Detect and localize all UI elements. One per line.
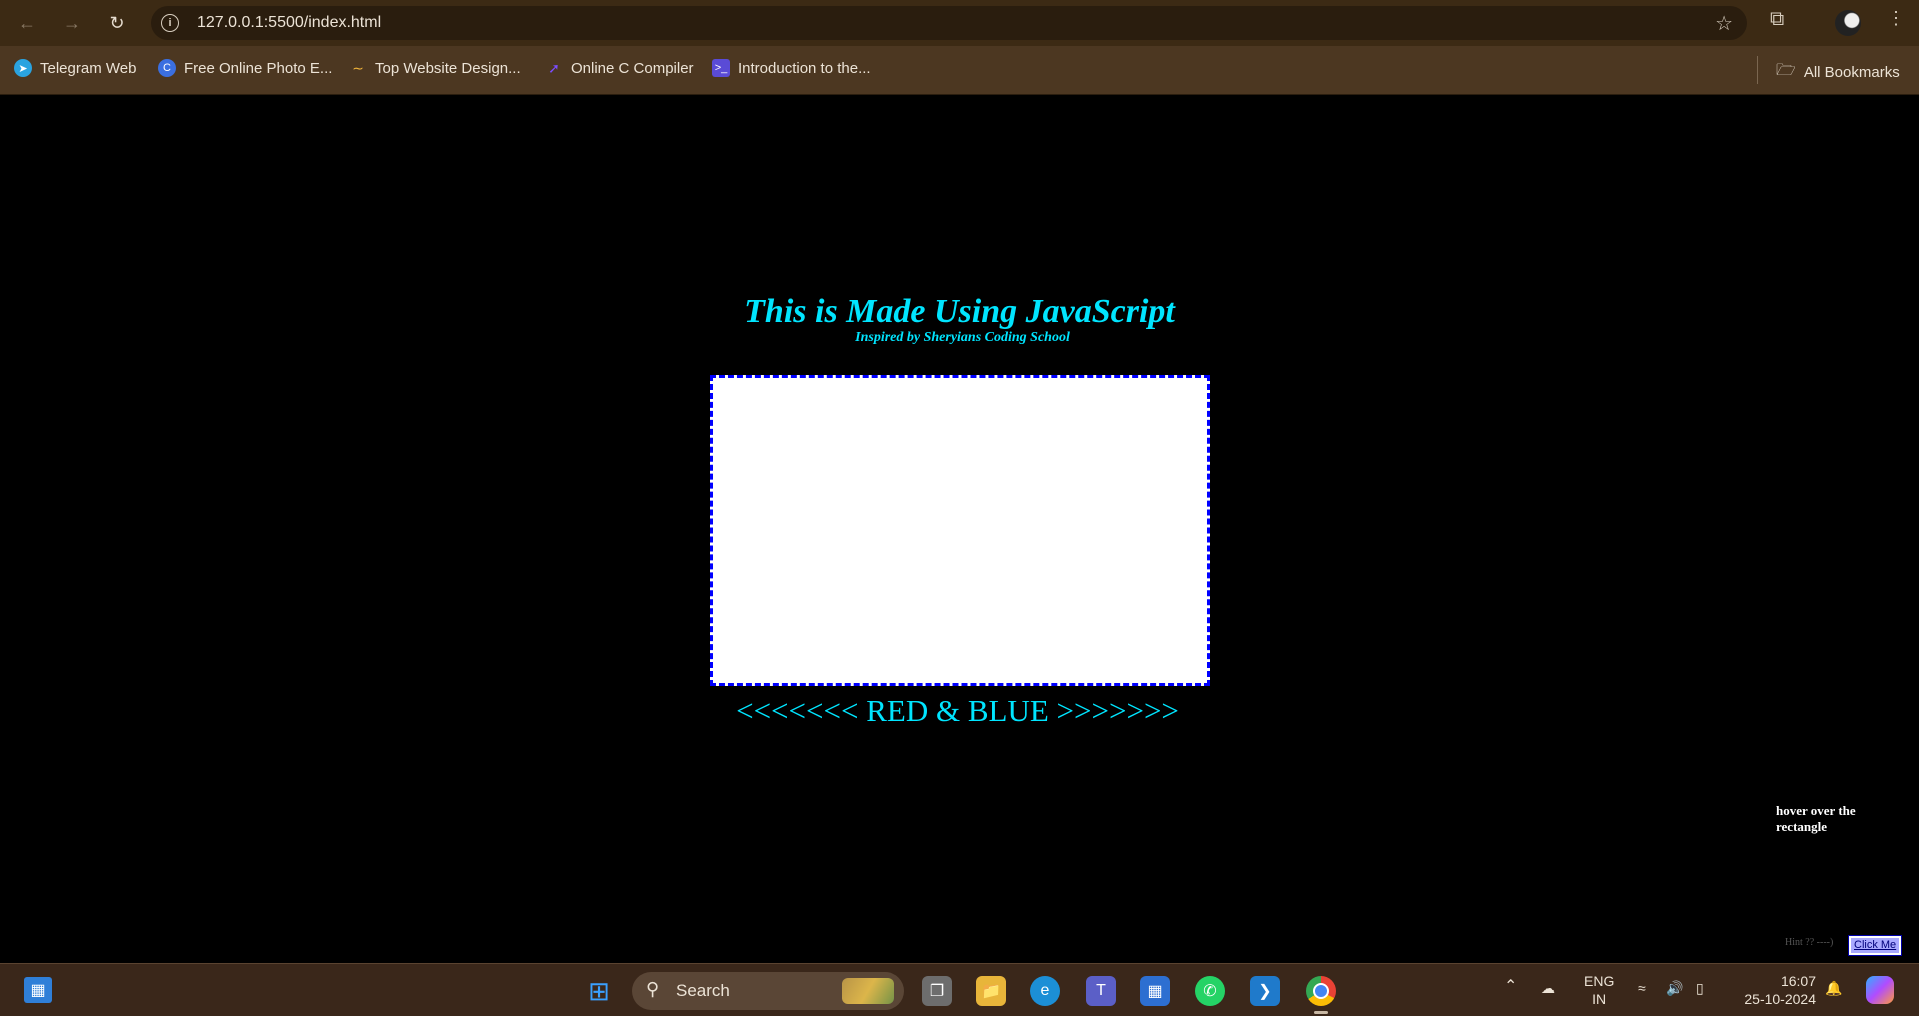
- reload-icon[interactable]: ↻: [102, 8, 132, 38]
- active-app-indicator: [1314, 1011, 1328, 1014]
- file-explorer-icon[interactable]: 📁: [976, 976, 1006, 1006]
- region-code: IN: [1592, 991, 1607, 1007]
- bookmark-photo-editor[interactable]: C Free Online Photo E...: [158, 59, 332, 77]
- red-blue-caption: <<<<<<< RED & BLUE >>>>>>>: [736, 693, 1179, 728]
- page-title: This is Made Using JavaScript: [744, 293, 1175, 330]
- forward-icon[interactable]: →: [57, 8, 87, 38]
- all-bookmarks[interactable]: 🗁 All Bookmarks: [1776, 59, 1900, 86]
- menu-kebab-icon[interactable]: ⋮: [1887, 8, 1905, 29]
- bookmark-label: Top Website Design...: [375, 59, 521, 77]
- language-code: ENG: [1584, 973, 1615, 989]
- bookmark-telegram-web[interactable]: ➤ Telegram Web: [14, 59, 136, 77]
- language-indicator[interactable]: ENG IN: [1584, 972, 1614, 1008]
- browser-toolbar: ← → ↻ i 127.0.0.1:5500/index.html ☆ ⧉ ⋮: [0, 0, 1919, 46]
- chrome-icon[interactable]: [1306, 976, 1336, 1006]
- os-taskbar: ▦ ⊞ ⚲ Search ❐ 📁 e T ▦ ✆ ❯ ⌃ ☁ ENG IN ≈ …: [0, 963, 1919, 1016]
- battery-icon[interactable]: ▯: [1696, 979, 1704, 997]
- tray-chevron-icon[interactable]: ⌃: [1504, 978, 1517, 996]
- folder-icon: 🗁: [1776, 62, 1796, 79]
- hover-instruction: hover over the rectangle: [1776, 803, 1856, 834]
- onedrive-icon[interactable]: ☁: [1541, 979, 1555, 997]
- bookmark-label: Free Online Photo E...: [184, 59, 333, 77]
- bookmark-website-design[interactable]: ∼ Top Website Design...: [349, 59, 521, 77]
- compiler-icon: ➚: [548, 59, 560, 76]
- vscode-icon[interactable]: ❯: [1250, 976, 1280, 1006]
- click-me-button[interactable]: Click Me: [1847, 935, 1903, 956]
- telegram-icon: ➤: [14, 59, 32, 77]
- extensions-icon[interactable]: ⧉: [1770, 8, 1784, 31]
- clock-date: 25-10-2024: [1744, 991, 1816, 1007]
- hover-rectangle[interactable]: [710, 375, 1210, 686]
- profile-avatar[interactable]: [1835, 10, 1861, 36]
- page-subtitle: Inspired by Sheryians Coding School: [855, 330, 1070, 345]
- bookmark-online-c-compiler[interactable]: ➚ Online C Compiler: [545, 59, 694, 77]
- edge-icon[interactable]: e: [1030, 976, 1060, 1006]
- site-info-icon[interactable]: i: [161, 14, 179, 32]
- taskbar-search[interactable]: ⚲ Search: [632, 972, 904, 1010]
- bookmark-label: Telegram Web: [40, 59, 137, 77]
- bookmark-label: Introduction to the...: [738, 59, 871, 77]
- url-text[interactable]: 127.0.0.1:5500/index.html: [197, 14, 381, 32]
- bookmark-introduction[interactable]: >_ Introduction to the...: [712, 59, 871, 77]
- store-icon[interactable]: ▦: [1140, 976, 1170, 1006]
- volume-icon[interactable]: 🔊: [1666, 979, 1683, 997]
- page-viewport: This is Made Using JavaScript Inspired b…: [0, 95, 1919, 963]
- search-icon: ⚲: [646, 979, 660, 999]
- search-highlight-image: [842, 978, 894, 1004]
- copilot-icon[interactable]: [1866, 976, 1894, 1004]
- wave-icon: ∼: [352, 59, 364, 76]
- search-label: Search: [676, 981, 730, 1000]
- teams-icon[interactable]: T: [1086, 976, 1116, 1006]
- wifi-icon[interactable]: ≈: [1638, 979, 1646, 997]
- bookmarks-divider: [1757, 56, 1758, 84]
- hint-text: Hint ?? ----): [1785, 937, 1834, 948]
- task-view-icon[interactable]: ❐: [922, 976, 952, 1006]
- clock-time: 16:07: [1780, 973, 1816, 989]
- bookmark-label: Online C Compiler: [571, 59, 694, 77]
- windows-start-icon[interactable]: ⊞: [584, 976, 614, 1006]
- address-bar[interactable]: i 127.0.0.1:5500/index.html ☆: [151, 6, 1747, 40]
- widgets-icon[interactable]: ▦: [24, 977, 52, 1003]
- whatsapp-icon[interactable]: ✆: [1195, 976, 1225, 1006]
- bookmarks-bar: ➤ Telegram Web C Free Online Photo E... …: [0, 46, 1919, 95]
- clock[interactable]: 16:07 25-10-2024: [1736, 972, 1816, 1008]
- bookmark-star-icon[interactable]: ☆: [1715, 11, 1733, 36]
- notification-bell-icon[interactable]: 🔔: [1825, 979, 1842, 997]
- terminal-icon: >_: [712, 59, 730, 77]
- canva-icon: C: [158, 59, 176, 77]
- back-icon[interactable]: ←: [12, 8, 42, 38]
- all-bookmarks-label: All Bookmarks: [1803, 64, 1900, 81]
